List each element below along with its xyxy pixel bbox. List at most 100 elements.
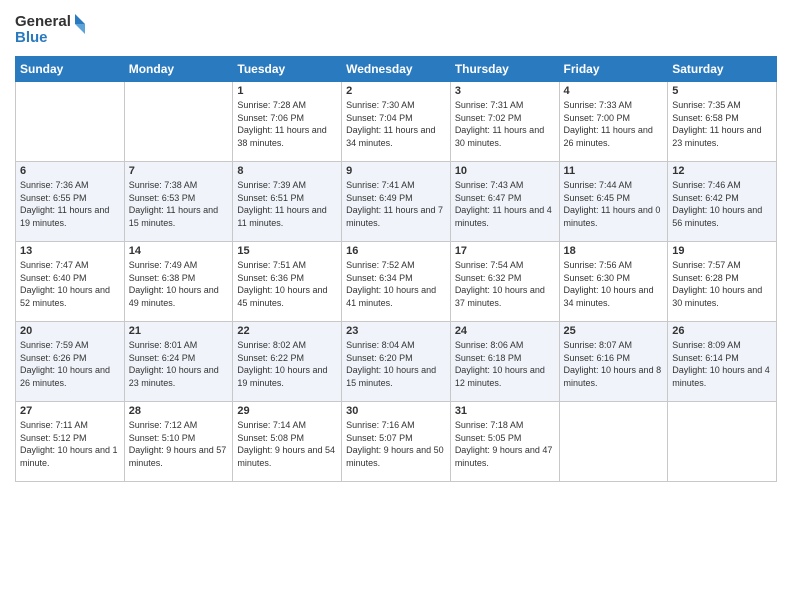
calendar-cell: 8 Sunrise: 7:39 AMSunset: 6:51 PMDaylight…	[233, 162, 342, 242]
calendar-week-row: 27 Sunrise: 7:11 AMSunset: 5:12 PMDayligh…	[16, 402, 777, 482]
calendar-cell: 31Sunrise: 7:18 AMSunset: 5:05 PMDayligh…	[450, 402, 559, 482]
calendar-table: SundayMondayTuesdayWednesdayThursdayFrid…	[15, 56, 777, 482]
day-info: Sunrise: 7:52 AMSunset: 6:34 PMDaylight:…	[346, 259, 446, 309]
day-number: 16	[346, 245, 446, 257]
day-number: 29	[237, 405, 337, 417]
calendar-week-row: 20 Sunrise: 7:59 AMSunset: 6:26 PMDayligh…	[16, 322, 777, 402]
day-info: Sunrise: 7:16 AMSunset: 5:07 PMDaylight:…	[346, 419, 446, 469]
day-number: 23	[346, 325, 446, 337]
day-number: 2	[346, 85, 446, 97]
day-number: 21	[129, 325, 229, 337]
day-info: Sunrise: 7:11 AMSunset: 5:12 PMDaylight:…	[20, 419, 120, 469]
day-number: 12	[672, 165, 772, 177]
day-number: 4	[564, 85, 664, 97]
calendar-page: General Blue SundayMondayTuesdayWednesda…	[0, 0, 792, 612]
day-info: Sunrise: 7:31 AMSunset: 7:02 PMDaylight:…	[455, 99, 555, 149]
day-info: Sunrise: 7:43 AMSunset: 6:47 PMDaylight:…	[455, 179, 555, 229]
day-info: Sunrise: 7:39 AMSunset: 6:51 PMDaylight:…	[237, 179, 337, 229]
calendar-cell: 23 Sunrise: 8:04 AMSunset: 6:20 PMDayligh…	[342, 322, 451, 402]
day-info: Sunrise: 8:01 AMSunset: 6:24 PMDaylight:…	[129, 339, 229, 389]
calendar-cell: 24 Sunrise: 8:06 AMSunset: 6:18 PMDayligh…	[450, 322, 559, 402]
day-info: Sunrise: 7:51 AMSunset: 6:36 PMDaylight:…	[237, 259, 337, 309]
calendar-cell: 12 Sunrise: 7:46 AMSunset: 6:42 PMDayligh…	[668, 162, 777, 242]
day-info: Sunrise: 7:57 AMSunset: 6:28 PMDaylight:…	[672, 259, 772, 309]
calendar-cell: 4Sunrise: 7:33 AMSunset: 7:00 PMDaylight…	[559, 82, 668, 162]
calendar-cell: 5Sunrise: 7:35 AMSunset: 6:58 PMDaylight…	[668, 82, 777, 162]
day-number: 26	[672, 325, 772, 337]
day-number: 20	[20, 325, 120, 337]
header: General Blue	[15, 10, 777, 48]
day-info: Sunrise: 8:02 AMSunset: 6:22 PMDaylight:…	[237, 339, 337, 389]
calendar-cell: 20 Sunrise: 7:59 AMSunset: 6:26 PMDayligh…	[16, 322, 125, 402]
svg-text:General: General	[15, 13, 71, 30]
day-info: Sunrise: 7:47 AMSunset: 6:40 PMDaylight:…	[20, 259, 120, 309]
calendar-cell: 17 Sunrise: 7:54 AMSunset: 6:32 PMDayligh…	[450, 242, 559, 322]
day-info: Sunrise: 7:49 AMSunset: 6:38 PMDaylight:…	[129, 259, 229, 309]
weekday-header: Wednesday	[342, 57, 451, 82]
calendar-cell	[124, 82, 233, 162]
calendar-cell: 3Sunrise: 7:31 AMSunset: 7:02 PMDaylight…	[450, 82, 559, 162]
calendar-cell: 18 Sunrise: 7:56 AMSunset: 6:30 PMDayligh…	[559, 242, 668, 322]
calendar-week-row: 1Sunrise: 7:28 AMSunset: 7:06 PMDaylight…	[16, 82, 777, 162]
calendar-cell: 22Sunrise: 8:02 AMSunset: 6:22 PMDayligh…	[233, 322, 342, 402]
day-info: Sunrise: 7:56 AMSunset: 6:30 PMDaylight:…	[564, 259, 664, 309]
day-number: 24	[455, 325, 555, 337]
weekday-header: Monday	[124, 57, 233, 82]
day-number: 31	[455, 405, 555, 417]
day-number: 10	[455, 165, 555, 177]
calendar-cell: 2 Sunrise: 7:30 AMSunset: 7:04 PMDaylight…	[342, 82, 451, 162]
calendar-cell: 19 Sunrise: 7:57 AMSunset: 6:28 PMDayligh…	[668, 242, 777, 322]
weekday-header-row: SundayMondayTuesdayWednesdayThursdayFrid…	[16, 57, 777, 82]
weekday-header: Saturday	[668, 57, 777, 82]
weekday-header: Tuesday	[233, 57, 342, 82]
day-info: Sunrise: 7:14 AMSunset: 5:08 PMDaylight:…	[237, 419, 337, 469]
day-info: Sunrise: 8:07 AMSunset: 6:16 PMDaylight:…	[564, 339, 664, 389]
calendar-cell: 6Sunrise: 7:36 AMSunset: 6:55 PMDaylight…	[16, 162, 125, 242]
calendar-cell: 9 Sunrise: 7:41 AMSunset: 6:49 PMDaylight…	[342, 162, 451, 242]
day-info: Sunrise: 8:09 AMSunset: 6:14 PMDaylight:…	[672, 339, 772, 389]
day-number: 9	[346, 165, 446, 177]
calendar-cell: 7 Sunrise: 7:38 AMSunset: 6:53 PMDaylight…	[124, 162, 233, 242]
day-info: Sunrise: 7:38 AMSunset: 6:53 PMDaylight:…	[129, 179, 229, 229]
calendar-cell: 30 Sunrise: 7:16 AMSunset: 5:07 PMDayligh…	[342, 402, 451, 482]
day-info: Sunrise: 8:06 AMSunset: 6:18 PMDaylight:…	[455, 339, 555, 389]
logo-svg: General Blue	[15, 10, 85, 48]
day-info: Sunrise: 7:46 AMSunset: 6:42 PMDaylight:…	[672, 179, 772, 229]
day-info: Sunrise: 7:28 AMSunset: 7:06 PMDaylight:…	[237, 99, 337, 149]
day-number: 17	[455, 245, 555, 257]
day-info: Sunrise: 7:44 AMSunset: 6:45 PMDaylight:…	[564, 179, 664, 229]
day-number: 8	[237, 165, 337, 177]
calendar-week-row: 6Sunrise: 7:36 AMSunset: 6:55 PMDaylight…	[16, 162, 777, 242]
day-info: Sunrise: 7:59 AMSunset: 6:26 PMDaylight:…	[20, 339, 120, 389]
calendar-cell: 13Sunrise: 7:47 AMSunset: 6:40 PMDayligh…	[16, 242, 125, 322]
calendar-cell: 28 Sunrise: 7:12 AMSunset: 5:10 PMDayligh…	[124, 402, 233, 482]
day-info: Sunrise: 8:04 AMSunset: 6:20 PMDaylight:…	[346, 339, 446, 389]
day-number: 28	[129, 405, 229, 417]
calendar-cell: 14 Sunrise: 7:49 AMSunset: 6:38 PMDayligh…	[124, 242, 233, 322]
day-number: 19	[672, 245, 772, 257]
day-number: 30	[346, 405, 446, 417]
calendar-cell: 10 Sunrise: 7:43 AMSunset: 6:47 PMDayligh…	[450, 162, 559, 242]
calendar-cell: 21 Sunrise: 8:01 AMSunset: 6:24 PMDayligh…	[124, 322, 233, 402]
calendar-cell: 1Sunrise: 7:28 AMSunset: 7:06 PMDaylight…	[233, 82, 342, 162]
calendar-cell: 11Sunrise: 7:44 AMSunset: 6:45 PMDayligh…	[559, 162, 668, 242]
weekday-header: Thursday	[450, 57, 559, 82]
day-number: 15	[237, 245, 337, 257]
day-info: Sunrise: 7:30 AMSunset: 7:04 PMDaylight:…	[346, 99, 446, 149]
day-info: Sunrise: 7:41 AMSunset: 6:49 PMDaylight:…	[346, 179, 446, 229]
day-info: Sunrise: 7:54 AMSunset: 6:32 PMDaylight:…	[455, 259, 555, 309]
day-info: Sunrise: 7:36 AMSunset: 6:55 PMDaylight:…	[20, 179, 120, 229]
weekday-header: Sunday	[16, 57, 125, 82]
weekday-header: Friday	[559, 57, 668, 82]
day-number: 7	[129, 165, 229, 177]
day-info: Sunrise: 7:35 AMSunset: 6:58 PMDaylight:…	[672, 99, 772, 149]
calendar-week-row: 13Sunrise: 7:47 AMSunset: 6:40 PMDayligh…	[16, 242, 777, 322]
day-number: 14	[129, 245, 229, 257]
svg-text:Blue: Blue	[15, 29, 48, 46]
calendar-cell: 26 Sunrise: 8:09 AMSunset: 6:14 PMDayligh…	[668, 322, 777, 402]
calendar-cell	[16, 82, 125, 162]
day-number: 27	[20, 405, 120, 417]
day-number: 18	[564, 245, 664, 257]
day-info: Sunrise: 7:12 AMSunset: 5:10 PMDaylight:…	[129, 419, 229, 469]
calendar-cell	[559, 402, 668, 482]
